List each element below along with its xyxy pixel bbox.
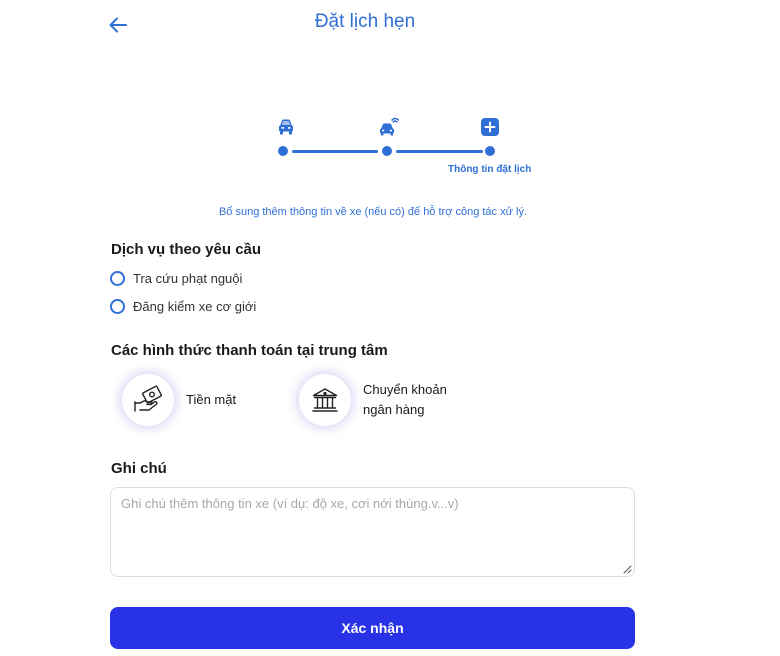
payment-label-cash: Tiền mặt: [186, 392, 237, 407]
service-option-phat-nguoi[interactable]: Tra cứu phạt nguội: [110, 271, 242, 286]
payment-option-bank-transfer[interactable]: Chuyển khoản ngân hàng: [299, 374, 473, 426]
step-connector-1: [292, 150, 378, 153]
payment-option-cash[interactable]: Tiền mặt: [122, 374, 296, 426]
step-label-3: Thông tin đặt lịch: [448, 164, 532, 175]
step-dot-2: [382, 146, 392, 156]
radio-circle[interactable]: [110, 271, 125, 286]
car-signal-icon: [377, 115, 401, 139]
car-front-icon: [274, 115, 298, 139]
cash-hand-icon: [134, 385, 162, 412]
services-title: Dịch vụ theo yêu cầu: [111, 241, 262, 258]
note-textarea[interactable]: [110, 487, 635, 577]
step-dot-1: [278, 146, 288, 156]
page-title: Đặt lịch hẹn: [314, 11, 416, 32]
radio-label: Đăng kiểm xe cơ giới: [133, 299, 257, 314]
app-header: Đặt lịch hẹn: [0, 0, 780, 48]
payment-label-bank: Chuyển khoản ngân hàng: [363, 382, 447, 417]
step-connector-2: [396, 150, 483, 153]
radio-circle[interactable]: [110, 299, 125, 314]
payment-icon-circle: [122, 374, 174, 426]
info-hint: Bổ sung thêm thông tin về xe (nếu có) để…: [218, 206, 528, 218]
booking-stepper: Thông tin đặt lịch: [270, 115, 540, 185]
payment-icon-circle: [299, 374, 351, 426]
bank-icon: [312, 388, 338, 412]
radio-label: Tra cứu phạt nguội: [133, 271, 243, 286]
plus-square-icon: [478, 115, 502, 139]
confirm-button[interactable]: Xác nhận: [110, 607, 635, 649]
service-option-dang-kiem[interactable]: Đăng kiểm xe cơ giới: [110, 299, 256, 314]
note-title: Ghi chú: [111, 460, 167, 477]
payment-title: Các hình thức thanh toán tại trung tâm: [111, 342, 388, 359]
step-dot-3: [485, 146, 495, 156]
